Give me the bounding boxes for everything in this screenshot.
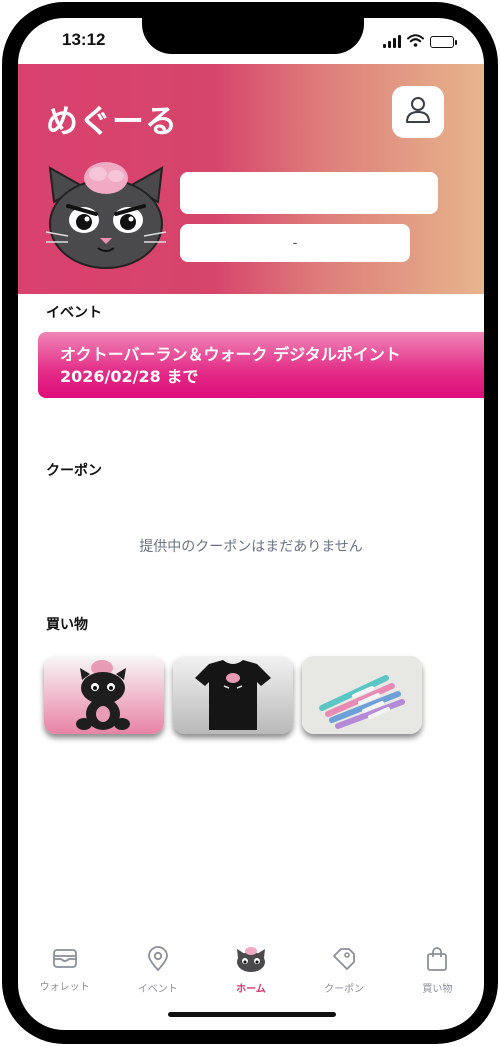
- tab-events[interactable]: イベント: [113, 946, 203, 1006]
- phone-frame: 13:12 めぐーる - イベント オクトーバーラン＆ウォーク デジタルポイント…: [2, 2, 498, 1044]
- point-balance-field: -: [180, 224, 410, 262]
- plush-cat-icon: [44, 656, 164, 734]
- wifi-icon: [407, 32, 424, 51]
- coupons-section-title: クーポン: [46, 463, 102, 479]
- home-indicator[interactable]: [168, 1012, 336, 1017]
- shopping-items: [44, 656, 422, 734]
- tab-coupons[interactable]: クーポン: [299, 946, 389, 1006]
- event-name: オクトーバーラン＆ウォーク デジタルポイント: [60, 345, 401, 364]
- mascot-avatar: [44, 158, 168, 270]
- coupon-empty-message: 提供中のクーポンはまだありません: [139, 539, 363, 555]
- app-title: めぐーる: [46, 102, 179, 140]
- shop-item-pens[interactable]: [302, 656, 422, 734]
- cat-mascot-icon: [234, 946, 268, 976]
- bottom-tab-bar: ウォレット イベント ホーム クーポン 買い物: [18, 946, 484, 1006]
- app-header: めぐーる -: [18, 64, 484, 294]
- tab-label-events: イベント: [137, 984, 178, 995]
- device-notch: [142, 18, 364, 54]
- shopping-section-title: 買い物: [46, 617, 88, 633]
- tshirt-icon: [173, 656, 293, 734]
- cellular-signal-icon: [383, 35, 401, 48]
- tab-label-shopping: 買い物: [422, 984, 453, 995]
- tab-home[interactable]: ホーム: [206, 946, 296, 1006]
- event-card[interactable]: オクトーバーラン＆ウォーク デジタルポイント 2026/02/28 まで: [38, 332, 484, 398]
- tab-wallet[interactable]: ウォレット: [20, 946, 110, 1006]
- shopping-bag-icon: [425, 946, 449, 976]
- app-screen: 13:12 めぐーる - イベント オクトーバーラン＆ウォーク デジタルポイント…: [18, 18, 484, 1030]
- profile-field: [180, 172, 438, 214]
- tab-label-coupons: クーポン: [324, 984, 365, 995]
- shop-item-plush[interactable]: [44, 656, 164, 734]
- tab-label-wallet: ウォレット: [39, 982, 90, 993]
- wallet-icon: [52, 946, 78, 974]
- user-icon: [405, 96, 431, 128]
- event-date: 2026/02/28 まで: [60, 367, 199, 386]
- events-section-title: イベント: [46, 305, 102, 321]
- location-pin-icon: [146, 946, 170, 976]
- pens-icon: [302, 656, 422, 734]
- battery-icon: [430, 35, 457, 48]
- status-time: 13:12: [62, 30, 106, 49]
- tag-icon: [331, 946, 357, 976]
- account-button[interactable]: [392, 86, 444, 138]
- tab-shopping[interactable]: 買い物: [392, 946, 482, 1006]
- tab-label-home: ホーム: [236, 984, 266, 995]
- status-icons: [383, 32, 457, 51]
- shop-item-tshirt[interactable]: [173, 656, 293, 734]
